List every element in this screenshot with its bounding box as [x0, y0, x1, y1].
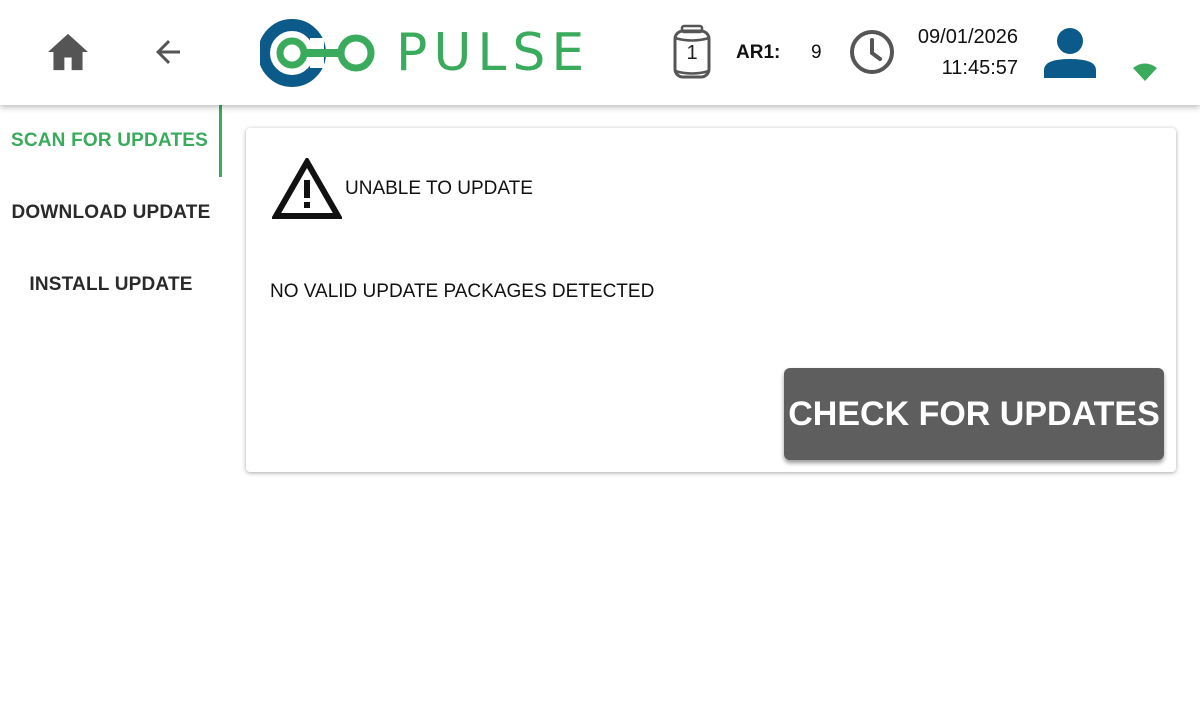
- status-title: UNABLE TO UPDATE: [345, 178, 533, 199]
- user-button[interactable]: [1042, 26, 1098, 80]
- pulse-logo: PULSE: [260, 18, 590, 88]
- home-button[interactable]: [40, 28, 96, 76]
- device-count: 1: [686, 41, 698, 64]
- back-button[interactable]: [140, 28, 196, 76]
- current-time: 11:45:57: [941, 57, 1018, 79]
- sidebar-item-scan-for-updates[interactable]: SCAN FOR UPDATES: [0, 105, 222, 177]
- sidebar-item-download-update[interactable]: DOWNLOAD UPDATE: [0, 177, 222, 249]
- user-icon: [1044, 28, 1096, 78]
- current-date: 09/01/2026: [917, 26, 1018, 48]
- clock-icon: [850, 30, 894, 74]
- arrow-left-icon: [156, 40, 180, 64]
- ar-value: 9: [811, 42, 822, 63]
- top-bar: PULSE 1 AR1: 9 09/01/2026 11:45:57: [0, 0, 1200, 105]
- warning-triangle-icon: [272, 158, 342, 219]
- check-for-updates-button[interactable]: CHECK FOR UPDATES: [784, 368, 1164, 460]
- update-status-card: UNABLE TO UPDATE NO VALID UPDATE PACKAGE…: [246, 128, 1176, 472]
- home-icon: [48, 33, 88, 71]
- sidebar: SCAN FOR UPDATES DOWNLOAD UPDATE INSTALL…: [0, 105, 222, 720]
- wifi-icon: [1133, 63, 1157, 81]
- brand-name: PULSE: [396, 23, 591, 83]
- sidebar-item-install-update[interactable]: INSTALL UPDATE: [0, 249, 222, 321]
- status-message: NO VALID UPDATE PACKAGES DETECTED: [270, 281, 655, 302]
- pulse-logo-mark-icon: [260, 19, 375, 87]
- ar-label: AR1:: [736, 42, 781, 63]
- device-indicator: 1: [672, 24, 712, 82]
